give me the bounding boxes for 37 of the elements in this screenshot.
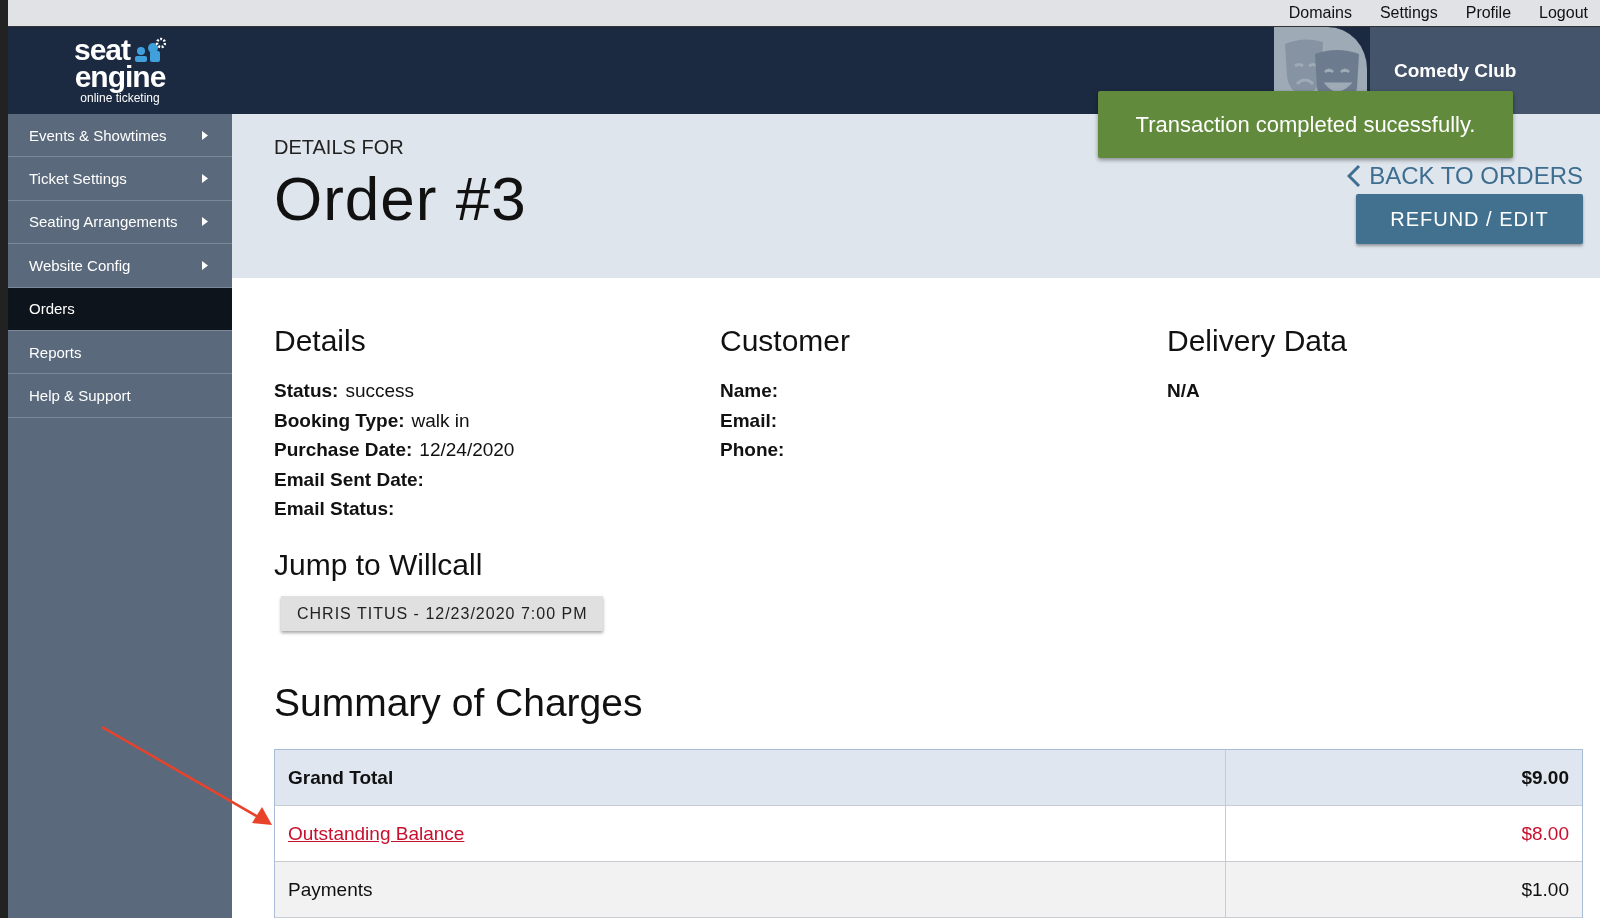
sidebar-item[interactable]: Help & Support xyxy=(8,374,232,418)
field-label: Email: xyxy=(720,409,778,431)
section-heading: Details xyxy=(274,324,367,359)
top-nav-link[interactable]: Profile xyxy=(1465,4,1512,22)
table-cell-text: Payments xyxy=(287,877,374,902)
field-label: Phone: xyxy=(720,439,785,461)
table-cell: $9.00 xyxy=(1225,750,1582,805)
sidebar-item[interactable]: Orders xyxy=(8,287,232,331)
table-cell: $1.00 xyxy=(1225,862,1582,917)
success-toast: Transaction completed sucessfully. xyxy=(1098,91,1513,158)
order-title: Order #3 xyxy=(274,163,527,234)
section-heading: Jump to Willcall xyxy=(274,548,484,582)
willcall-button[interactable]: CHRIS TITUS - 12/23/2020 7:00 PM xyxy=(281,596,604,631)
top-nav-link[interactable]: Logout xyxy=(1539,4,1588,22)
field-line: Status: success xyxy=(274,380,415,402)
chevron-left-icon xyxy=(1347,164,1362,188)
refund-edit-button[interactable]: REFUND / EDIT xyxy=(1356,194,1583,244)
logo-text: seat xyxy=(73,35,130,63)
section-heading: Delivery Data xyxy=(1167,324,1349,359)
page-eyebrow: DETAILS FOR xyxy=(274,136,405,159)
field-label: N/A xyxy=(1167,380,1200,402)
section-heading: Summary of Charges xyxy=(274,681,644,725)
balance-link[interactable]: Outstanding Balance xyxy=(288,822,465,845)
sidebar-item[interactable]: Reports xyxy=(8,330,232,375)
top-nav-link[interactable]: Settings xyxy=(1379,4,1438,22)
gears-icon xyxy=(132,36,166,63)
section-heading: Customer xyxy=(720,324,852,359)
field-label: Name: xyxy=(720,380,779,402)
table-cell-text: Grand Total xyxy=(287,765,395,790)
field-line: Purchase Date: 12/24/2020 xyxy=(274,439,515,461)
top-nav-link[interactable]: Domains xyxy=(1288,4,1352,22)
field-line: Booking Type: walk in xyxy=(274,409,470,431)
field-label: Email Sent Date: xyxy=(274,468,424,490)
back-link[interactable]: BACK TO ORDERS xyxy=(1347,162,1583,190)
table-cell: $8.00 xyxy=(1225,806,1582,861)
venue-name: Comedy Club xyxy=(1394,59,1517,82)
field-label: Email Status: xyxy=(274,498,395,520)
